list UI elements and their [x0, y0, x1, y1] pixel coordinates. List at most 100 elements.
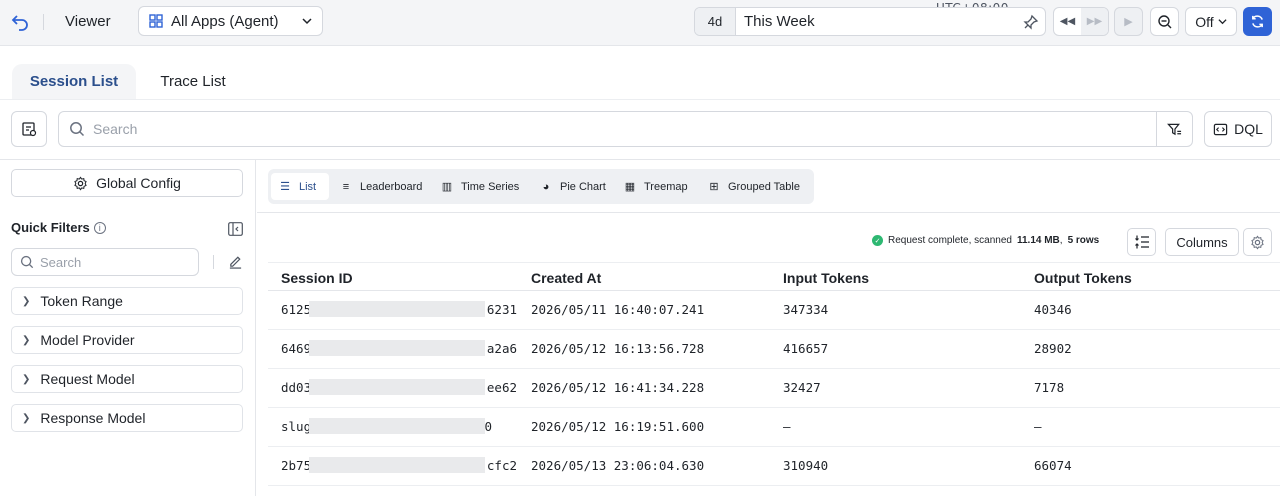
session-id-cell[interactable]: dd03 ee62	[281, 379, 517, 395]
pie-chart-icon: ◕	[542, 180, 550, 193]
session-id-start: slug	[281, 419, 312, 434]
search-icon	[70, 122, 85, 137]
filter-token-range[interactable]: ❯ Token Range	[11, 287, 243, 315]
tab-trace-list[interactable]: Trace List	[148, 64, 238, 99]
refresh-mode-select[interactable]: Off	[1185, 7, 1237, 36]
refresh-mode-value: Off	[1195, 13, 1214, 30]
app-select[interactable]: All Apps (Agent)	[138, 6, 323, 36]
columns-button[interactable]: Columns	[1165, 228, 1239, 256]
status-size: 11.14 MB	[1016, 235, 1060, 246]
filter-response-model[interactable]: ❯ Response Model	[11, 404, 243, 432]
viz-tab-list[interactable]: ☰ List	[271, 173, 329, 200]
column-header-output-tokens[interactable]: Output Tokens	[1034, 270, 1132, 286]
filter-icon	[1167, 123, 1182, 135]
list-icon: ☰	[280, 181, 290, 193]
search-icon	[20, 255, 34, 269]
dql-button[interactable]: DQL	[1204, 111, 1272, 147]
range-badge[interactable]: 4d	[695, 8, 736, 35]
redaction-mask	[309, 418, 485, 434]
global-config-button[interactable]: Global Config	[11, 169, 243, 197]
column-header-created-at[interactable]: Created At	[531, 270, 601, 286]
viz-tab-label: Leaderboard	[360, 180, 423, 193]
visualization-tabs: ☰ List ≡ Leaderboard ▥ Time Series ◕ Pie Cha…	[268, 169, 814, 204]
filter-model-provider[interactable]: ❯ Model Provider	[11, 326, 243, 354]
created-at-cell: 2026/05/13 23:06:04.630	[531, 458, 705, 473]
density-icon	[1134, 235, 1149, 249]
viz-tab-time-series[interactable]: ▥ Time Series	[433, 173, 527, 200]
viz-tab-label: List	[299, 180, 317, 193]
chevron-down-icon	[302, 18, 312, 25]
info-icon[interactable]: i	[93, 221, 106, 234]
collapse-sidebar-icon[interactable]	[228, 222, 243, 236]
chevron-right-icon: ❯	[22, 412, 31, 424]
session-id-end: ee62	[486, 380, 517, 395]
session-id-start: 6125	[281, 302, 312, 317]
search-input[interactable]	[93, 121, 993, 137]
refresh-button[interactable]	[1243, 7, 1272, 36]
session-id-cell[interactable]: 6469 a2a6	[281, 340, 517, 356]
input-tokens-cell: 310940	[783, 458, 829, 473]
apps-grid-icon	[149, 14, 163, 28]
fast-forward-icon[interactable]: ▶▶	[1081, 8, 1108, 35]
leaderboard-icon: ≡	[342, 180, 350, 193]
session-id-cell[interactable]: 6125 6231	[281, 301, 517, 317]
quick-filters-sidebar: Global Config Quick Filters i ❯ Token Ra…	[0, 160, 256, 496]
tab-session-list[interactable]: Session List	[12, 64, 136, 99]
table-row[interactable]: 6469 a2a6 2026/05/12 16:13:56.728 416657 …	[268, 330, 1280, 369]
session-id-end: 6231	[486, 302, 517, 317]
viz-tab-grouped-table[interactable]: ⊞ Grouped Table	[700, 173, 808, 200]
table-row[interactable]: 6125 6231 2026/05/11 16:40:07.241 347334 …	[268, 291, 1280, 330]
status-text: Request complete, scanned	[888, 235, 1012, 246]
session-id-cell[interactable]: slug 0	[281, 418, 517, 434]
zoom-out-icon[interactable]	[1150, 7, 1179, 36]
table-row[interactable]: dd03 ee62 2026/05/12 16:41:34.228 32427 7…	[268, 369, 1280, 408]
table-settings-button[interactable]	[1243, 228, 1272, 256]
pin-icon[interactable]	[1023, 14, 1039, 30]
viz-tab-treemap[interactable]: ▦ Treemap	[616, 173, 696, 200]
filter-request-model[interactable]: ❯ Request Model	[11, 365, 243, 393]
viz-tab-pie-chart[interactable]: ◕ Pie Chart	[532, 173, 614, 200]
search-bar	[58, 111, 1193, 147]
filter-settings-button[interactable]	[1156, 112, 1192, 146]
quick-filters-title: Quick Filters i	[11, 220, 106, 235]
search-row: DQL	[0, 99, 1280, 160]
created-at-cell: 2026/05/12 16:19:51.600	[531, 419, 705, 434]
session-id-end: cfc2	[486, 458, 517, 473]
check-icon: ✓	[872, 235, 883, 246]
table-header: Session ID Created At Input Tokens Outpu…	[268, 262, 1280, 291]
density-button[interactable]	[1127, 228, 1156, 256]
session-id-start: dd03	[281, 380, 312, 395]
input-tokens-cell: 347334	[783, 302, 829, 317]
session-id-end: a2a6	[486, 341, 517, 356]
viewer-label: Viewer	[65, 13, 111, 30]
rewind-icon[interactable]: ◀◀	[1054, 8, 1081, 35]
output-tokens-cell: –	[1034, 419, 1042, 434]
time-series-icon: ▥	[441, 181, 453, 193]
chevron-right-icon: ❯	[22, 334, 31, 346]
saved-query-button[interactable]	[11, 111, 47, 147]
filter-search-input[interactable]	[40, 254, 180, 270]
redaction-mask	[309, 340, 485, 356]
session-table: Session ID Created At Input Tokens Outpu…	[268, 262, 1280, 486]
app-select-value: All Apps (Agent)	[171, 12, 279, 30]
column-header-input-tokens[interactable]: Input Tokens	[783, 270, 869, 286]
filter-search-box	[11, 248, 199, 276]
viz-tab-leaderboard[interactable]: ≡ Leaderboard	[332, 173, 430, 200]
status-rows: 5 rows	[1067, 235, 1100, 246]
code-icon	[1213, 123, 1228, 135]
back-icon[interactable]	[8, 10, 32, 34]
time-range-picker[interactable]: 4d This Week	[694, 7, 1046, 36]
edit-icon[interactable]	[228, 254, 243, 269]
table-row[interactable]: 2b75 cfc2 2026/05/13 23:06:04.630 310940 …	[268, 447, 1280, 486]
page-tabs: Session List Trace List	[0, 47, 1280, 99]
session-id-cell[interactable]: 2b75 cfc2	[281, 457, 517, 473]
treemap-icon: ▦	[624, 181, 636, 193]
filter-label: Request Model	[40, 371, 135, 387]
output-tokens-cell: 40346	[1034, 302, 1072, 317]
status-separator: ,	[1059, 235, 1063, 246]
divider	[43, 14, 44, 30]
play-icon[interactable]: ▶	[1114, 7, 1143, 36]
input-tokens-cell: 416657	[783, 341, 829, 356]
column-header-session-id[interactable]: Session ID	[281, 270, 353, 286]
table-row[interactable]: slug 0 2026/05/12 16:19:51.600 – –	[268, 408, 1280, 447]
